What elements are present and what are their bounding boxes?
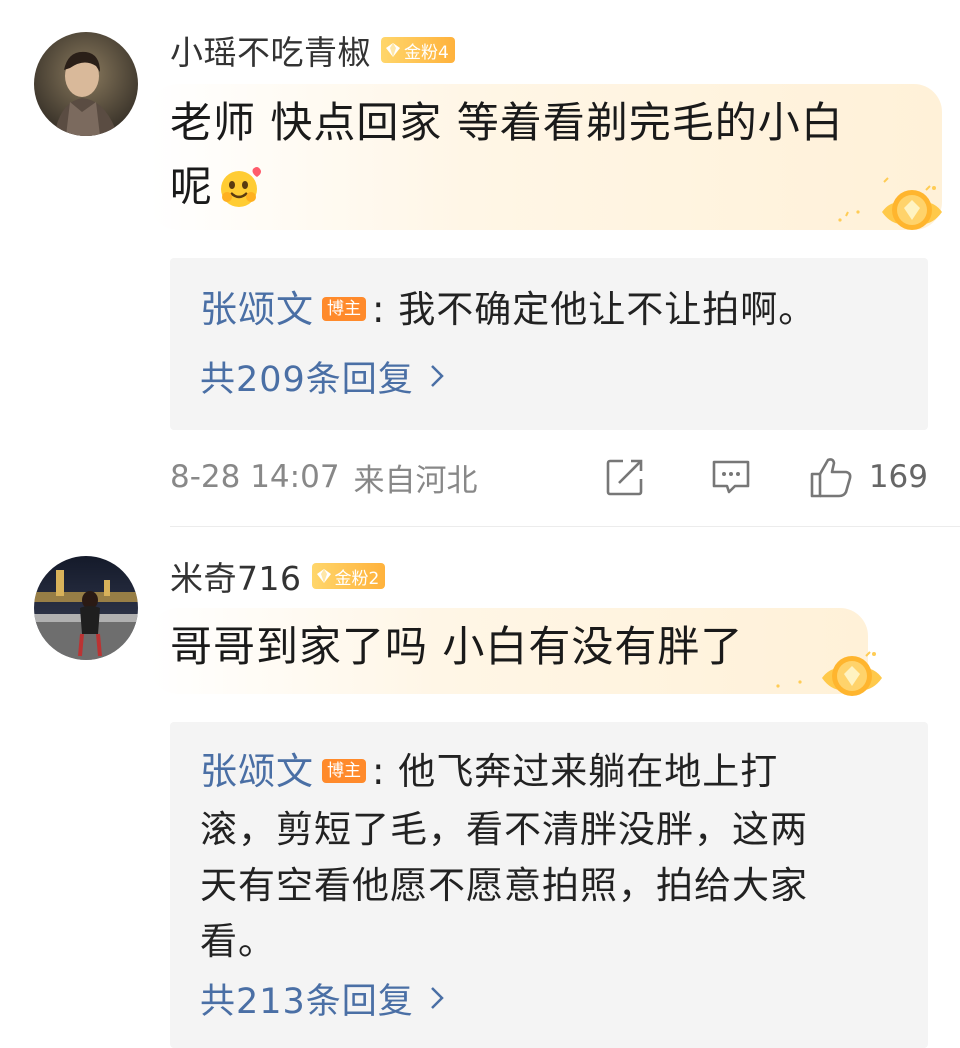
reply-author[interactable]: 张颂文 bbox=[200, 750, 314, 793]
more-replies-label: 共209条回复 bbox=[200, 359, 414, 400]
hug-emoji-icon bbox=[217, 163, 265, 211]
comment-location: 来自河北 bbox=[353, 462, 478, 499]
reply-text: 看。 bbox=[200, 920, 276, 963]
avatar[interactable] bbox=[34, 32, 138, 136]
fan-badge-label: 金粉2 bbox=[334, 568, 380, 589]
host-badge: 博主 bbox=[322, 758, 366, 783]
diamond-icon bbox=[386, 43, 400, 57]
divider bbox=[170, 526, 960, 527]
fan-badge: 金粉2 bbox=[311, 563, 386, 589]
reply-text: : 我不确定他让不让拍啊。 bbox=[372, 288, 817, 331]
comment-text-line2: 呢 bbox=[170, 162, 214, 211]
thumbs-up-icon bbox=[810, 458, 852, 498]
more-replies-link[interactable]: 共213条回复 bbox=[200, 976, 444, 1022]
reply-box[interactable]: 张颂文 博主: 我不确定他让不让拍啊。 共209条回复 bbox=[170, 258, 928, 430]
comment-time: 8-28 14:07 bbox=[170, 459, 340, 495]
comment-item: 米奇716 金粉2 哥哥到家了吗 小白有没有胖了 张颂文 博主: 他飞奔过来躺在地… bbox=[0, 530, 960, 1048]
comment-item: 小瑶不吃青椒 金粉4 老师 快点回家 等着看剃完毛的小白 呢 张颂文 博主: … bbox=[0, 0, 960, 530]
avatar[interactable] bbox=[34, 556, 138, 660]
comment-icon bbox=[712, 460, 750, 494]
username[interactable]: 小瑶不吃青椒 bbox=[170, 26, 371, 74]
share-icon bbox=[606, 459, 643, 496]
reply-text: 滚，剪短了毛，看不清胖没胖，这两 bbox=[200, 808, 808, 851]
more-replies-label: 共213条回复 bbox=[200, 981, 414, 1022]
diamond-icon bbox=[316, 569, 331, 583]
fan-badge: 金粉4 bbox=[381, 37, 455, 63]
reply-text: 天有空看他愿不愿意拍照，拍给大家 bbox=[200, 864, 808, 907]
like-button[interactable]: 169 bbox=[809, 455, 928, 499]
username[interactable]: 米奇716 bbox=[170, 552, 302, 600]
reply-text: : 他飞奔过来躺在地上打 bbox=[372, 750, 779, 793]
comment-text: 哥哥到家了吗 小白有没有胖了 bbox=[170, 622, 744, 671]
share-button[interactable] bbox=[605, 457, 645, 497]
chevron-right-icon bbox=[430, 987, 444, 1009]
comment-text: 老师 快点回家 等着看剃完毛的小白 bbox=[170, 98, 844, 147]
comment-button[interactable] bbox=[711, 457, 751, 497]
reply-author[interactable]: 张颂文 bbox=[200, 288, 314, 331]
gold-fan-medal-icon bbox=[766, 642, 884, 708]
fan-badge-label: 金粉4 bbox=[404, 42, 449, 63]
host-badge: 博主 bbox=[322, 296, 366, 321]
gold-fan-medal-icon bbox=[826, 176, 944, 242]
chevron-right-icon bbox=[430, 365, 444, 387]
reply-box[interactable]: 张颂文 博主: 他飞奔过来躺在地上打 滚，剪短了毛，看不清胖没胖，这两 天有空看他… bbox=[170, 722, 928, 1048]
more-replies-link[interactable]: 共209条回复 bbox=[200, 354, 444, 400]
like-count: 169 bbox=[868, 459, 928, 495]
